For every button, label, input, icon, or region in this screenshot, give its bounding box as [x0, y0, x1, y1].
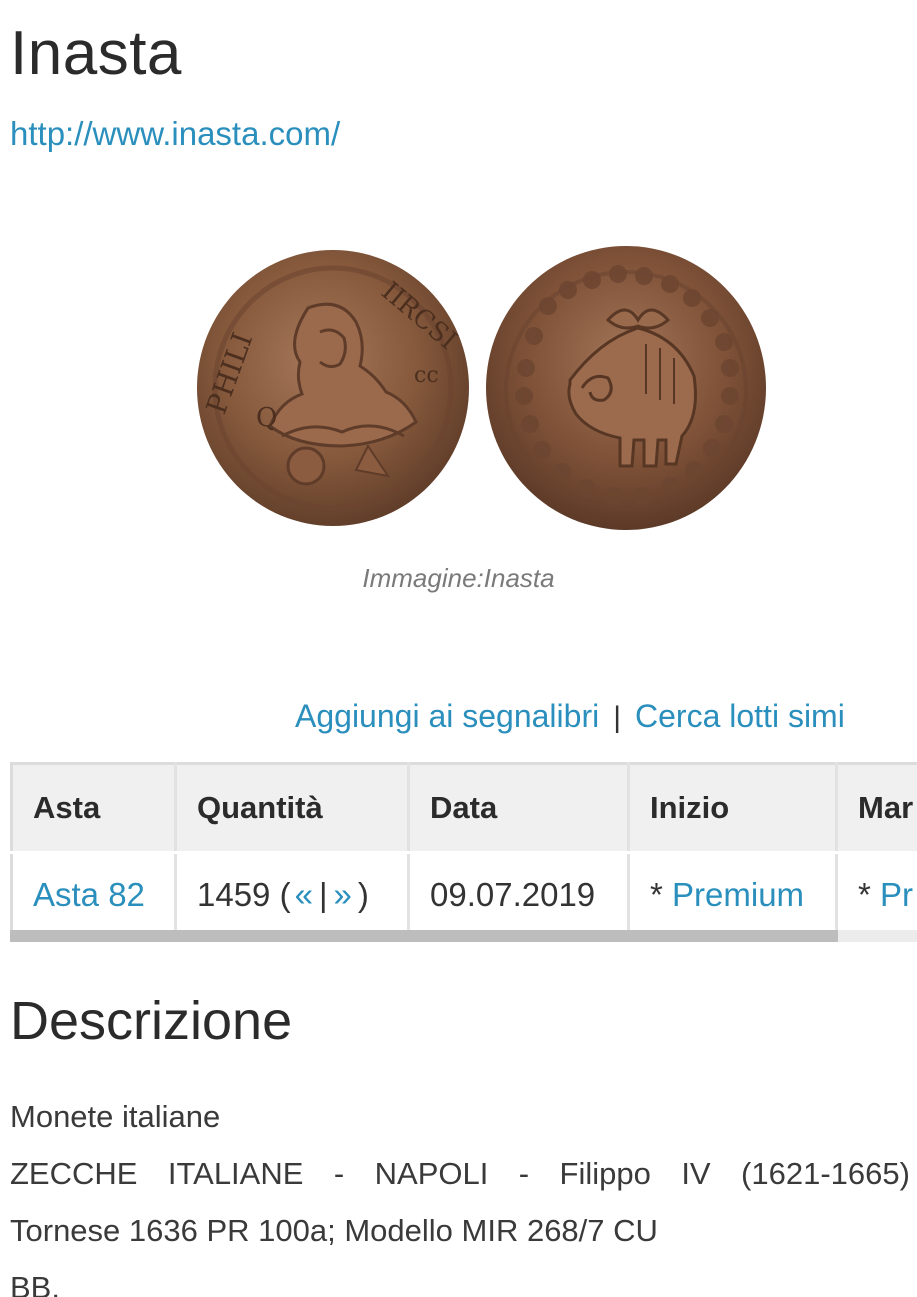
lot-table: Asta Quantità Data Inizio Mar Asta 82 14…: [10, 762, 917, 936]
mar-premium-link[interactable]: Pr: [880, 876, 913, 913]
desc-word: ITALIANE: [167, 1156, 304, 1191]
cell-date: 09.07.2019: [408, 852, 630, 936]
column-header-asta: Asta: [11, 763, 177, 854]
cell-quantity: 1459 («|»): [175, 852, 410, 936]
desc-word: NAPOLI: [374, 1156, 489, 1191]
coin-photo-svg: PHILI IIRCSI Q cc: [197, 246, 766, 530]
description-heading: Descrizione: [10, 991, 293, 1051]
inizio-premium-link[interactable]: Premium: [672, 876, 804, 913]
desc-word: -: [518, 1156, 530, 1191]
column-header-data: Data: [408, 763, 630, 854]
site-url-link[interactable]: http://www.inasta.com/: [10, 112, 340, 156]
paren-open: (: [279, 876, 291, 913]
column-header-inizio: Inizio: [628, 763, 838, 854]
table-row: Asta 82 1459 («|») 09.07.2019 * Premium …: [11, 852, 917, 936]
asta-link[interactable]: Asta 82: [33, 876, 145, 913]
desc-word: (1621-1665): [741, 1156, 910, 1191]
coin-image[interactable]: PHILI IIRCSI Q cc: [190, 240, 780, 540]
coin-obverse-icon: PHILI IIRCSI Q cc: [197, 250, 469, 526]
cell-asta: Asta 82: [11, 852, 177, 936]
description-line-1: ZECCHE ITALIANE - NAPOLI - Filippo IV (1…: [10, 1145, 910, 1202]
inizio-prefix: *: [650, 876, 663, 913]
next-lot-link[interactable]: »: [334, 876, 352, 913]
lot-actions: Aggiungi ai segnalibri | Cerca lotti simi: [295, 694, 845, 740]
desc-word: ZECCHE: [10, 1156, 138, 1191]
column-header-quantita: Quantità: [175, 763, 410, 854]
description-body: Monete italiane ZECCHE ITALIANE - NAPOLI…: [10, 1088, 910, 1297]
coin-reverse-icon: [486, 246, 766, 530]
bookmark-link[interactable]: Aggiungi ai segnalibri: [295, 698, 599, 734]
column-header-mar: Mar: [836, 763, 917, 854]
svg-text:Q: Q: [256, 403, 277, 433]
lot-table-container[interactable]: Asta Quantità Data Inizio Mar Asta 82 14…: [10, 762, 917, 944]
page-title: Inasta: [10, 19, 182, 88]
svg-text:cc: cc: [414, 363, 439, 388]
desc-word: IV: [681, 1156, 711, 1191]
description-line-2: Tornese 1636 PR 100a; Modello MIR 268/7 …: [10, 1213, 658, 1248]
page: Inasta http://www.inasta.com/ PHILI IIRC…: [0, 0, 917, 1297]
description-category: Monete italiane: [10, 1099, 221, 1134]
table-header-row: Asta Quantità Data Inizio Mar: [11, 763, 917, 854]
desc-word: -: [333, 1156, 345, 1191]
paren-close: ): [357, 876, 369, 913]
actions-separator: |: [613, 701, 621, 734]
cell-mar: * Pr: [836, 852, 917, 936]
description-line-3: BB.: [10, 1270, 60, 1297]
cell-inizio: * Premium: [628, 852, 838, 936]
mar-prefix: *: [858, 876, 871, 913]
search-similar-lots-link[interactable]: Cerca lotti simi: [635, 698, 845, 734]
previous-lot-link[interactable]: «: [295, 876, 313, 913]
desc-word: Filippo: [559, 1156, 651, 1191]
lot-number: 1459: [197, 876, 271, 913]
table-scrollbar-thumb[interactable]: [10, 930, 838, 942]
image-caption: Immagine:Inasta: [362, 563, 555, 593]
pager-separator: |: [318, 876, 328, 913]
